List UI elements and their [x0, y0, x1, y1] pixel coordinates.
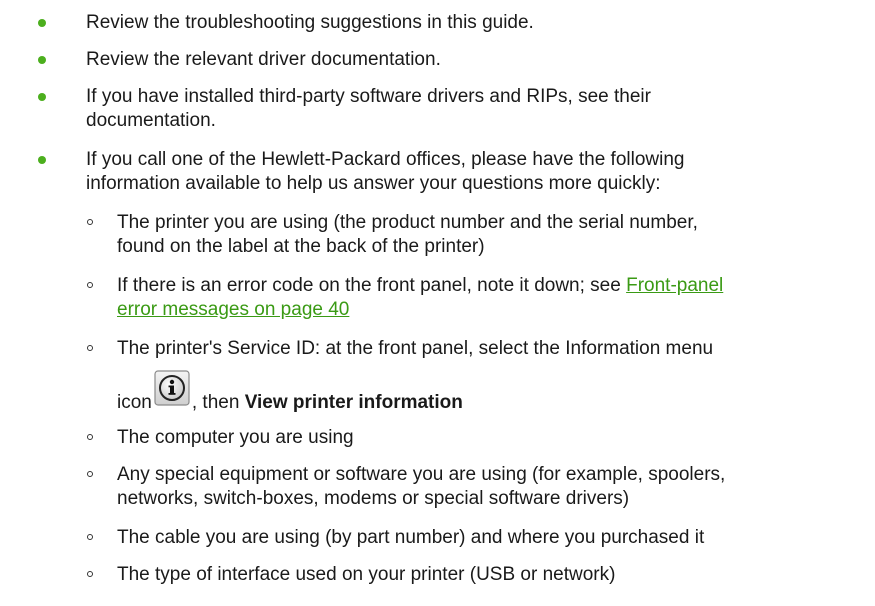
view-printer-information-label: View printer information: [244, 392, 463, 413]
sub-list-item-line: networks, switch-boxes, modems or specia…: [117, 488, 630, 509]
sub-list-item-text: icon: [117, 392, 152, 413]
sub-bullet: [87, 282, 93, 288]
sub-list-item-line: icon , then View printer information: [117, 370, 463, 414]
bullet: [38, 156, 46, 164]
list-item-line: information available to help us answer …: [86, 173, 661, 194]
list-item: Review the relevant driver documentation…: [86, 49, 441, 70]
sub-bullet: [87, 534, 93, 540]
list-item: Review the troubleshooting suggestions i…: [86, 12, 534, 33]
information-icon: [154, 370, 190, 406]
document-page: Review the troubleshooting suggestions i…: [0, 0, 875, 606]
sub-bullet: [87, 434, 93, 440]
sub-bullet: [87, 219, 93, 225]
sub-list-item-line: If there is an error code on the front p…: [117, 274, 723, 297]
front-panel-error-messages-link-continued[interactable]: error messages on page 40: [117, 299, 349, 320]
sub-list-item: The cable you are using (by part number)…: [117, 527, 705, 548]
sub-list-item-line: found on the label at the back of the pr…: [117, 236, 485, 257]
bullet: [38, 93, 46, 101]
bullet: [38, 56, 46, 64]
sub-list-item-line: The printer's Service ID: at the front p…: [117, 338, 714, 359]
sub-bullet: [87, 471, 93, 477]
bullet: [38, 19, 46, 27]
sub-bullet: [87, 345, 93, 351]
sub-list-item: The computer you are using: [117, 427, 354, 448]
sub-list-item-text: If there is an error code on the front p…: [117, 275, 627, 296]
sub-list-item-line: The printer you are using (the product n…: [117, 212, 698, 233]
list-item-line: If you have installed third-party softwa…: [86, 86, 651, 107]
sub-list-item-text: , then: [191, 392, 245, 413]
list-item-line: documentation.: [86, 110, 216, 131]
sub-list-item-line: error messages on page 40: [117, 298, 349, 321]
sub-list-item-line: Any special equipment or software you ar…: [117, 464, 726, 485]
sub-bullet: [87, 571, 93, 577]
front-panel-error-messages-link[interactable]: Front-panel: [626, 275, 723, 296]
sub-list-item: The type of interface used on your print…: [117, 564, 616, 585]
list-item-line: If you call one of the Hewlett-Packard o…: [86, 149, 685, 170]
